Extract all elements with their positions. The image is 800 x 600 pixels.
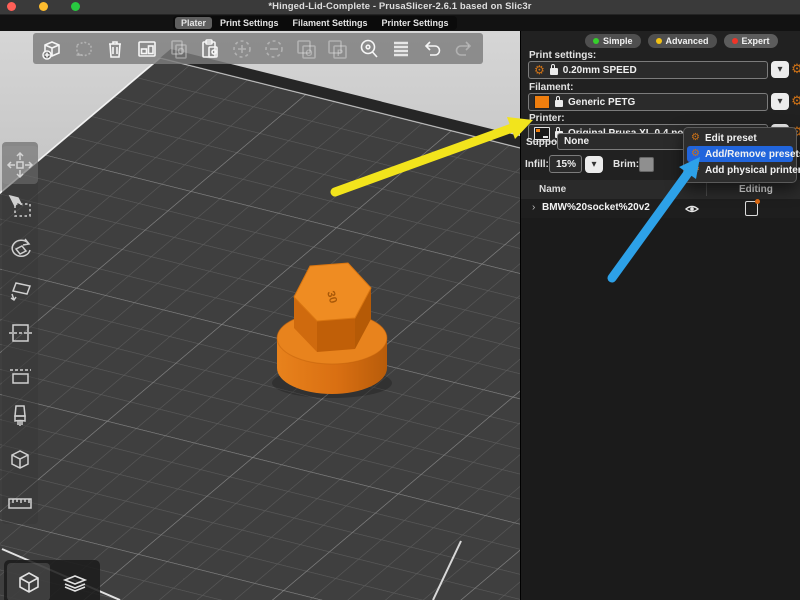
menu-item-add-physical-printer[interactable]: ⚙ Add physical printer [687,162,793,178]
paste-icon[interactable] [197,36,223,62]
tab-strip: Plater Print Settings Filament Settings … [0,15,800,31]
tab-print-settings[interactable]: Print Settings [214,17,285,29]
print-settings-gear-button[interactable]: ⚙ [790,61,800,78]
delete-icon[interactable] [71,36,97,62]
brim-checkbox[interactable] [639,157,654,172]
scale-gizmo-icon[interactable] [2,188,38,226]
viewport-3d[interactable]: 30 250 O P [0,31,520,600]
window-title: *Hinged-Lid-Complete - PrusaSlicer-2.6.1… [0,1,800,12]
print-bed: 30 [0,31,520,600]
object-table-header: Name Editing [521,180,800,200]
object-name: BMW%20socket%20v2 [542,202,650,213]
gizmo-toolbar [2,142,38,524]
cut-gizmo-icon[interactable] [2,314,38,352]
simple-mode-dot-icon [593,38,599,44]
filament-color-swatch [534,95,550,109]
print-settings-dropdown-button[interactable] [771,61,789,78]
tab-filament-settings[interactable]: Filament Settings [287,17,374,29]
mode-simple-label: Simple [603,36,633,46]
infill-dropdown-button[interactable] [585,156,603,173]
mode-expert-label: Expert [742,36,770,46]
column-divider [706,183,707,196]
paint-supports-gizmo-icon[interactable] [2,398,38,436]
filament-gear-button[interactable]: ⚙ [790,93,800,110]
expand-chevron-icon[interactable]: › [532,202,535,213]
mode-simple-button[interactable]: Simple [585,34,641,48]
filament-label: Filament: [529,82,573,93]
undo-icon[interactable] [419,36,445,62]
svg-text:O: O [305,48,312,58]
column-editing: Editing [739,184,773,195]
place-on-face-gizmo-icon[interactable] [2,272,38,310]
lock-icon [555,100,563,107]
tab-plater[interactable]: Plater [175,17,212,29]
print-settings-label: Print settings: [529,50,596,61]
remove-instance-icon[interactable] [261,36,287,62]
editing-state-icon[interactable] [745,201,758,216]
infill-value: 15% [556,159,576,170]
column-name: Name [539,184,566,195]
infill-value-field[interactable]: 15% [549,155,582,173]
copy-icon[interactable] [166,36,192,62]
ruler-gizmo-icon[interactable] [2,482,38,520]
print-settings-value: 0.20mm SPEED [563,65,637,76]
variable-layer-height-icon[interactable] [388,36,414,62]
mode-expert-button[interactable]: Expert [724,34,778,48]
title-bar: *Hinged-Lid-Complete - PrusaSlicer-2.6.1… [0,0,800,15]
split-to-objects-icon[interactable]: O [293,36,319,62]
arrange-icon[interactable] [134,36,160,62]
move-gizmo-icon[interactable] [2,146,38,184]
svg-text:P: P [337,48,343,58]
print-settings-combo[interactable]: ⚙ 0.20mm SPEED [528,61,768,79]
menu-item-label: Add/Remove presets [705,149,800,160]
lock-icon [550,68,558,75]
add-object-icon[interactable] [39,36,65,62]
menu-item-label: Add physical printer [705,165,800,176]
gear-icon: ⚙ [691,149,700,159]
add-instance-icon[interactable] [229,36,255,62]
prusaslicer-window: *Hinged-Lid-Complete - PrusaSlicer-2.6.1… [0,0,800,600]
search-icon[interactable] [356,36,382,62]
brim-label: Brim: [613,159,639,170]
printer-label: Printer: [529,113,565,124]
gear-icon: ⚙ [691,165,700,175]
table-row[interactable]: › BMW%20socket%20v2 [521,199,800,218]
sidebar: Simple Advanced Expert Print settings: ⚙… [520,31,800,600]
printer-preset-context-menu: ⚙ Edit preset ⚙ Add/Remove presets ⚙ Add… [683,127,797,183]
mode-switcher: Simple Advanced Expert [585,34,778,48]
editor-view-icon[interactable] [7,563,50,600]
infill-label: Infill: [525,159,549,170]
supports-value: None [564,136,589,147]
split-to-parts-icon[interactable]: P [324,36,350,62]
rotate-gizmo-icon[interactable] [2,230,38,268]
measure-gizmo-icon[interactable] [2,356,38,394]
sidebar-empty-area [521,218,800,600]
seam-gizmo-icon[interactable] [2,440,38,478]
mode-advanced-button[interactable]: Advanced [648,34,717,48]
menu-item-add-remove-presets[interactable]: ⚙ Add/Remove presets [687,146,793,162]
view-switcher [4,560,100,600]
menu-item-label: Edit preset [705,133,757,144]
advanced-mode-dot-icon [656,38,662,44]
filament-value: Generic PETG [568,97,635,108]
menu-item-edit-preset[interactable]: ⚙ Edit preset [687,130,793,146]
gear-icon: ⚙ [691,133,700,143]
filament-dropdown-button[interactable] [771,93,789,110]
delete-all-icon[interactable] [102,36,128,62]
expert-mode-dot-icon [732,38,738,44]
redo-icon[interactable] [451,36,477,62]
filament-combo[interactable]: Generic PETG [528,93,768,111]
preview-view-icon[interactable] [53,563,96,600]
main-toolbar: O P [33,33,483,64]
tab-printer-settings[interactable]: Printer Settings [376,17,455,29]
mode-advanced-label: Advanced [666,36,709,46]
print-settings-preset-icon: ⚙ [534,64,545,76]
